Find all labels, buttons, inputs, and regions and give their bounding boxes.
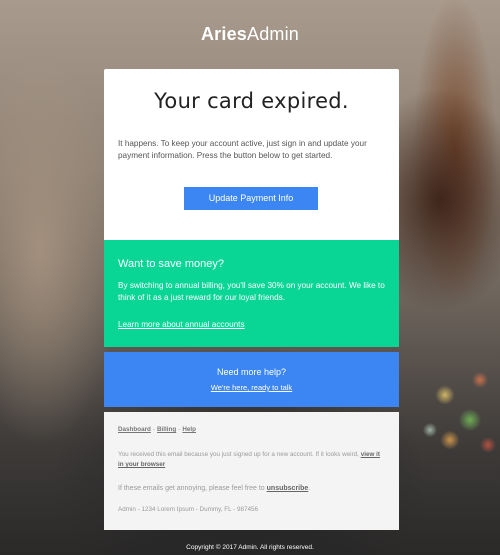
brand-name-light: Admin bbox=[247, 24, 300, 44]
update-payment-button[interactable]: Update Payment Info bbox=[184, 187, 318, 210]
unsubscribe-notice: If these emails get annoying, please fee… bbox=[118, 485, 311, 492]
unsubscribe-link[interactable]: unsubscribe bbox=[267, 485, 309, 492]
help-title: Need more help? bbox=[216, 367, 287, 377]
email-footer: Dashboard - Billing - Help You received this… bbox=[104, 412, 399, 530]
copyright-text: Copyright © 2017 Admin. All rights reser… bbox=[186, 544, 314, 551]
received-notice: You received this email because you just… bbox=[118, 450, 385, 470]
annual-accounts-link[interactable]: Learn more about annual accounts bbox=[118, 320, 245, 329]
help-panel: Need more help? We're here, ready to tal… bbox=[104, 352, 399, 407]
contact-support-link[interactable]: We're here, ready to talk bbox=[211, 383, 292, 392]
help-link[interactable]: Help bbox=[182, 426, 196, 433]
link-separator: - bbox=[152, 426, 155, 433]
brand-name-bold: Aries bbox=[200, 24, 247, 44]
annoying-text: If these emails get annoying, please fee… bbox=[118, 485, 267, 492]
main-body-text: It happens. To keep your account active,… bbox=[118, 139, 367, 160]
main-title: Your card expired. bbox=[154, 89, 349, 113]
promo-body-text: By switching to annual billing, you'll s… bbox=[118, 281, 385, 302]
brand-logo: AriesAdmin bbox=[0, 24, 500, 45]
annual-billing-promo: Want to save money? By switching to annu… bbox=[104, 240, 399, 347]
received-text: You received this email because you just… bbox=[118, 451, 361, 458]
company-address: Admin - 1234 Lorem Ipsum - Dummy, FL - 9… bbox=[118, 506, 258, 513]
dashboard-link[interactable]: Dashboard bbox=[118, 426, 151, 433]
footer-links: Dashboard - Billing - Help bbox=[118, 426, 385, 433]
link-separator: - bbox=[178, 426, 181, 433]
expired-card-panel: Your card expired. It happens. To keep y… bbox=[104, 69, 399, 240]
billing-link[interactable]: Billing bbox=[157, 426, 176, 433]
promo-title: Want to save money? bbox=[118, 258, 224, 270]
